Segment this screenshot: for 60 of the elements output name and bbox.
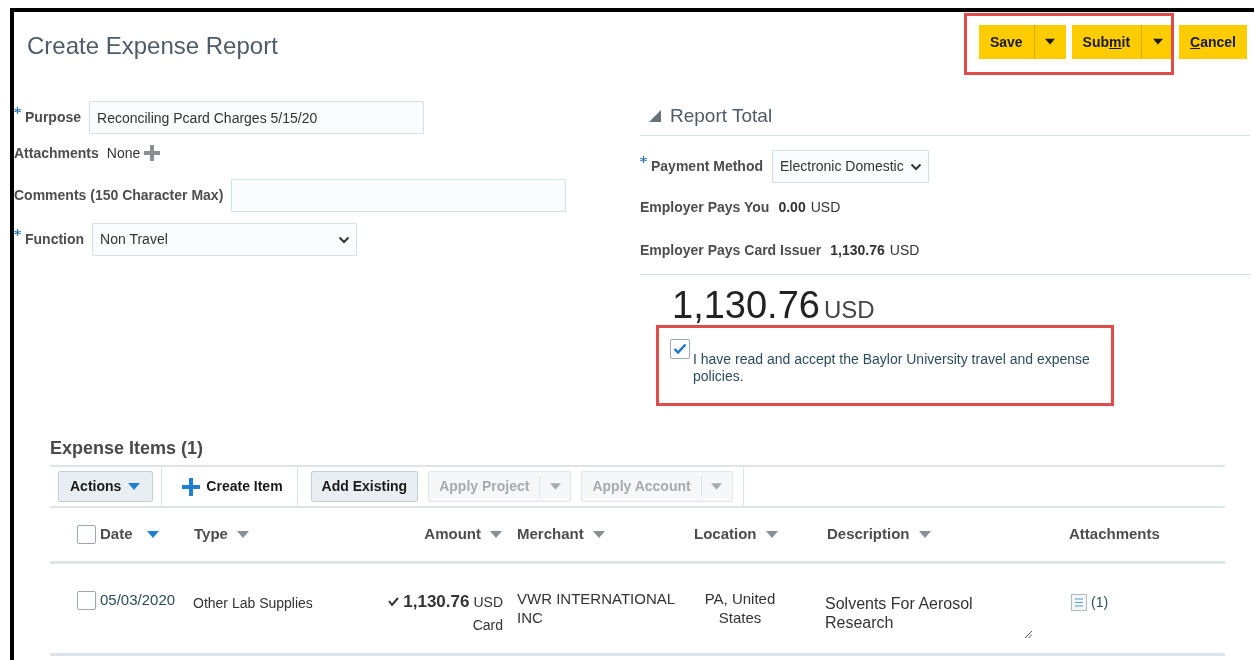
section-title: Report Total: [670, 103, 773, 128]
payment-method-label: Card: [472, 615, 503, 635]
currency-label: USD: [810, 197, 841, 217]
column-header[interactable]: Description: [827, 523, 910, 546]
document-icon[interactable]: [1071, 594, 1087, 611]
caret-icon: [549, 482, 561, 491]
collapse-triangle-icon[interactable]: [648, 109, 662, 123]
field-label: Comments (150 Character Max): [14, 186, 224, 205]
caret-icon: [1152, 38, 1163, 46]
field-label: Purpose: [25, 108, 81, 127]
column-header[interactable]: Merchant: [517, 523, 584, 546]
section-title: Expense Items (1): [50, 437, 205, 460]
caret-icon: [1045, 38, 1056, 46]
dropdown-field[interactable]: Non Travel: [92, 223, 358, 256]
resize-handle-icon[interactable]: [1024, 630, 1032, 638]
table-cell-text: PA, United States: [703, 589, 777, 627]
column-header[interactable]: Location: [694, 523, 757, 546]
chevron-down-icon: [910, 162, 922, 171]
field-label: Function: [25, 230, 85, 249]
split-button: Apply Account: [581, 471, 733, 502]
table-cell-text: VWR INTERNATIONAL INC: [517, 589, 676, 627]
table-cell-text: 05/03/2020: [100, 590, 176, 610]
field-value: None: [106, 143, 141, 163]
add-icon[interactable]: [144, 145, 161, 161]
split-button: Apply Project: [428, 471, 572, 502]
check-icon: [673, 343, 687, 355]
description-field[interactable]: Solvents For Aerosol Research: [823, 589, 1033, 639]
create-item-button[interactable]: Create Item: [180, 471, 285, 502]
text-field[interactable]: [231, 179, 567, 212]
page-title: Create Expense Report: [26, 31, 278, 61]
amount-value: 1,130.76: [403, 591, 470, 613]
actions-menu-button[interactable]: Actions: [58, 471, 154, 502]
column-header[interactable]: Attachments: [1069, 523, 1160, 546]
column-header[interactable]: Type: [194, 523, 228, 546]
policy-checkbox[interactable]: [670, 339, 690, 359]
select-all-checkbox[interactable]: [77, 525, 96, 544]
column-header[interactable]: Amount: [424, 523, 481, 546]
dropdown-field[interactable]: Electronic Domestic: [772, 150, 929, 183]
report-total-currency: USD: [823, 295, 875, 325]
amount-value: 0.00: [778, 197, 806, 217]
row-checkbox[interactable]: [77, 591, 96, 610]
caret-icon: [711, 482, 723, 491]
field-label: Employer Pays You: [640, 197, 770, 217]
field-label: Payment Method: [651, 157, 763, 176]
field-label: Attachments: [14, 143, 99, 163]
currency-label: USD: [889, 240, 920, 260]
table-cell: Other Lab Supplies: [193, 595, 313, 611]
currency-label: USD: [473, 593, 503, 612]
column-header[interactable]: Date: [100, 523, 133, 546]
policy-agreement-text: I have read and accept the Baylor University travel and expense policies.: [693, 350, 1091, 385]
amount-value: 1,130.76: [830, 240, 885, 260]
attachment-count-link[interactable]: (1): [1091, 592, 1109, 613]
chevron-down-icon: [338, 235, 351, 244]
report-total-amount: 1,130.76: [672, 283, 820, 328]
add-existing-button[interactable]: Add Existing: [310, 471, 419, 502]
text-field[interactable]: Reconciling Pcard Charges 5/15/20: [89, 101, 424, 134]
field-label: Employer Pays Card Issuer: [640, 240, 822, 260]
caret-icon: [127, 482, 142, 491]
plus-icon: [182, 477, 201, 496]
check-icon: [388, 597, 400, 607]
